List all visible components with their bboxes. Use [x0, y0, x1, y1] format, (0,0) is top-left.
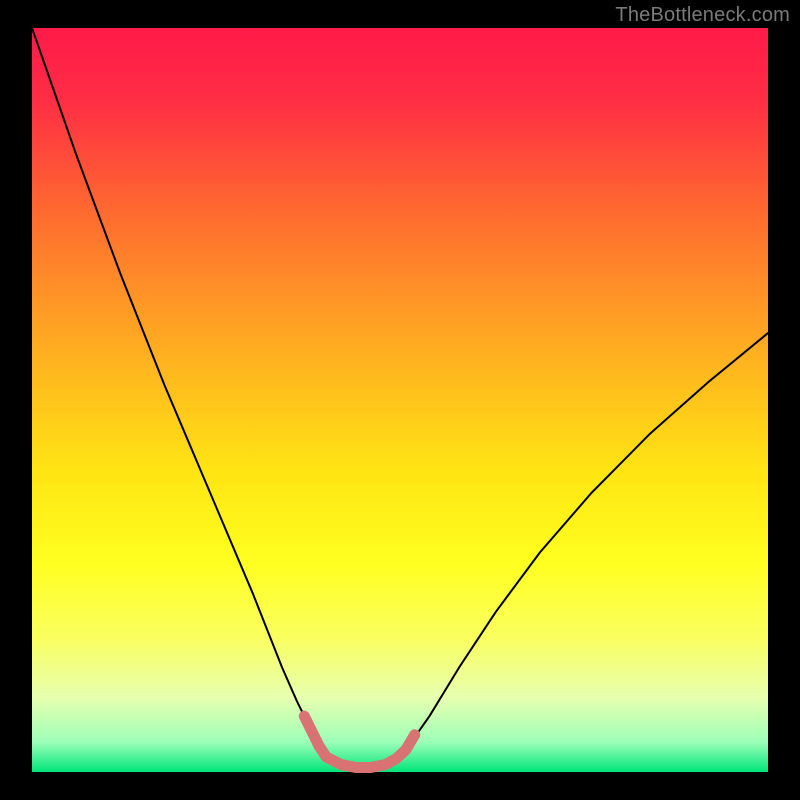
plot-background	[32, 28, 768, 772]
bottleneck-chart	[0, 0, 800, 800]
watermark-text: TheBottleneck.com	[615, 4, 790, 27]
chart-frame: TheBottleneck.com	[0, 0, 800, 800]
